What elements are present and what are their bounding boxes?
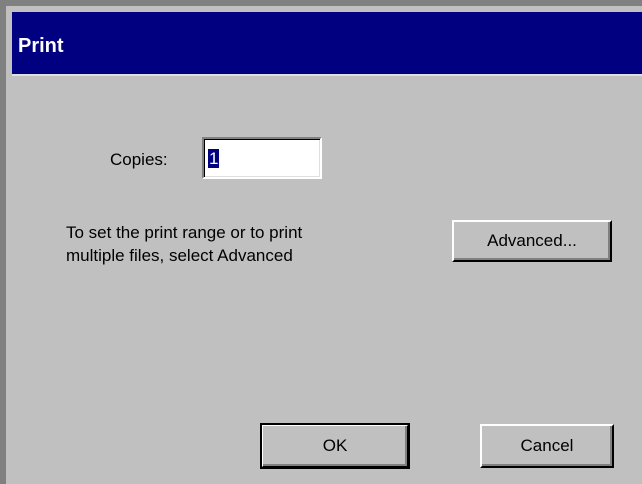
info-line-1: To set the print range or to print [66, 223, 303, 242]
cancel-button[interactable]: Cancel [480, 424, 614, 468]
print-range-info: To set the print range or to print multi… [66, 221, 406, 267]
copies-label: Copies: [110, 150, 168, 169]
dialog-title: Print [18, 35, 64, 57]
print-dialog: Print Copies: 1 To set the print range o… [0, 0, 642, 484]
copies-input[interactable]: 1 [202, 137, 322, 179]
title-bar[interactable]: Print [12, 12, 642, 74]
ok-button[interactable]: OK [260, 423, 410, 469]
title-bar-divider [12, 74, 642, 76]
advanced-button[interactable]: Advanced... [452, 220, 612, 262]
copies-value: 1 [208, 149, 220, 168]
info-line-2: multiple files, select Advanced [66, 246, 293, 265]
